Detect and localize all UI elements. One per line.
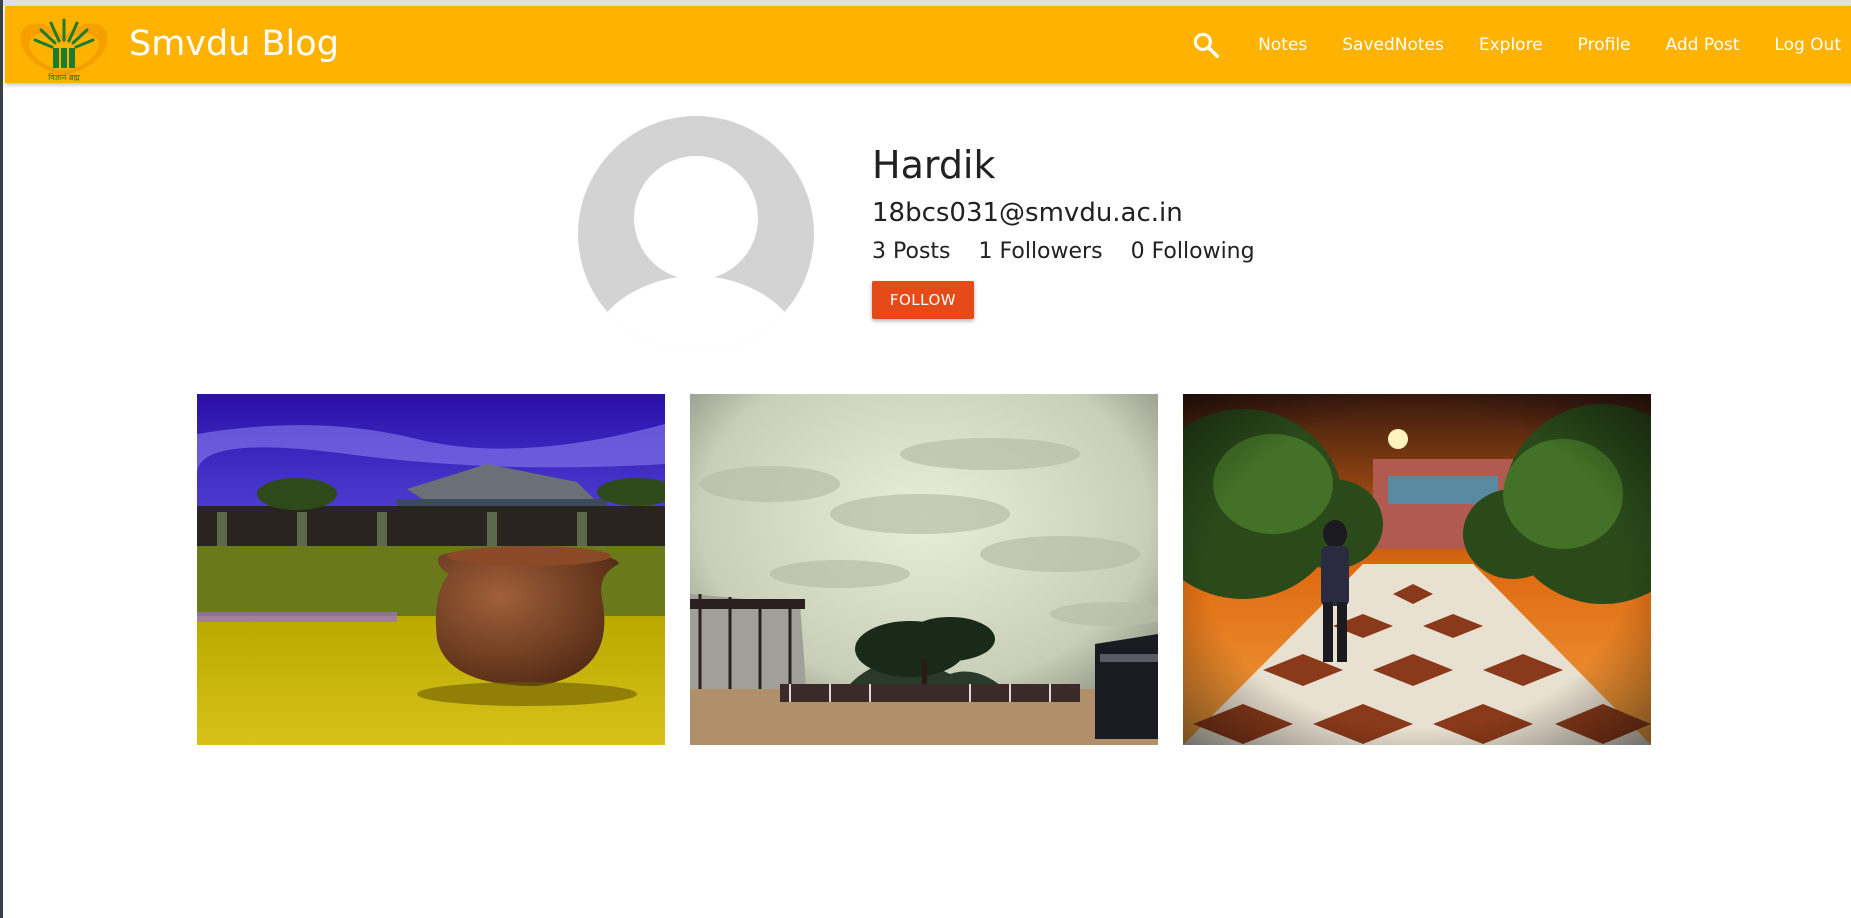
smvdu-logo[interactable]: विज्ञानं ब्रह्म (15, 10, 113, 82)
profile-name: Hardik (872, 143, 996, 187)
profile-stats: 3 Posts 1 Followers 0 Following (872, 237, 1283, 267)
post-image-clay-pot (197, 394, 665, 745)
logo-tagline: विज्ञानं ब्रह्म (48, 72, 80, 82)
followers-label: Followers (999, 239, 1103, 264)
nav-profile[interactable]: Profile (1560, 35, 1648, 55)
following-stat[interactable]: 0 Following (1131, 237, 1255, 267)
nav-links: Notes SavedNotes Explore Profile Add Pos… (1191, 6, 1851, 83)
nav-explore[interactable]: Explore (1461, 35, 1560, 55)
followers-stat[interactable]: 1 Followers (979, 237, 1103, 267)
nav-notes[interactable]: Notes (1241, 35, 1325, 55)
profile-info: Hardik 18bcs031@smvdu.ac.in 3 Posts 1 Foll… (872, 140, 1283, 319)
follow-button[interactable]: FOLLOW (872, 281, 974, 319)
browser-frame: विज्ञानं ब्रह्म Smvdu Blog Notes SavedNo… (0, 0, 1851, 918)
avatar (578, 116, 814, 352)
profile-email: 18bcs031@smvdu.ac.in (872, 198, 1183, 228)
following-label: Following (1151, 239, 1255, 264)
post-cloudy-sky[interactable] (690, 394, 1158, 745)
navbar: विज्ञानं ब्रह्म Smvdu Blog Notes SavedNo… (5, 6, 1851, 83)
search-icon[interactable] (1191, 30, 1221, 60)
brand-title[interactable]: Smvdu Blog (129, 23, 339, 65)
nav-log-out[interactable]: Log Out (1757, 35, 1851, 55)
followers-count: 1 (978, 239, 993, 264)
post-image-cloudy-sky (690, 394, 1158, 745)
following-count: 0 (1130, 239, 1145, 264)
post-image-campus-walkway (1183, 394, 1651, 745)
posts-label: Posts (893, 239, 951, 264)
nav-add-post[interactable]: Add Post (1648, 35, 1757, 55)
posts-stat: 3 Posts (872, 237, 951, 267)
posts-count: 3 (872, 239, 886, 264)
post-clay-pot[interactable] (197, 394, 665, 745)
nav-saved-notes[interactable]: SavedNotes (1325, 35, 1462, 55)
post-campus-walkway[interactable] (1183, 394, 1651, 745)
